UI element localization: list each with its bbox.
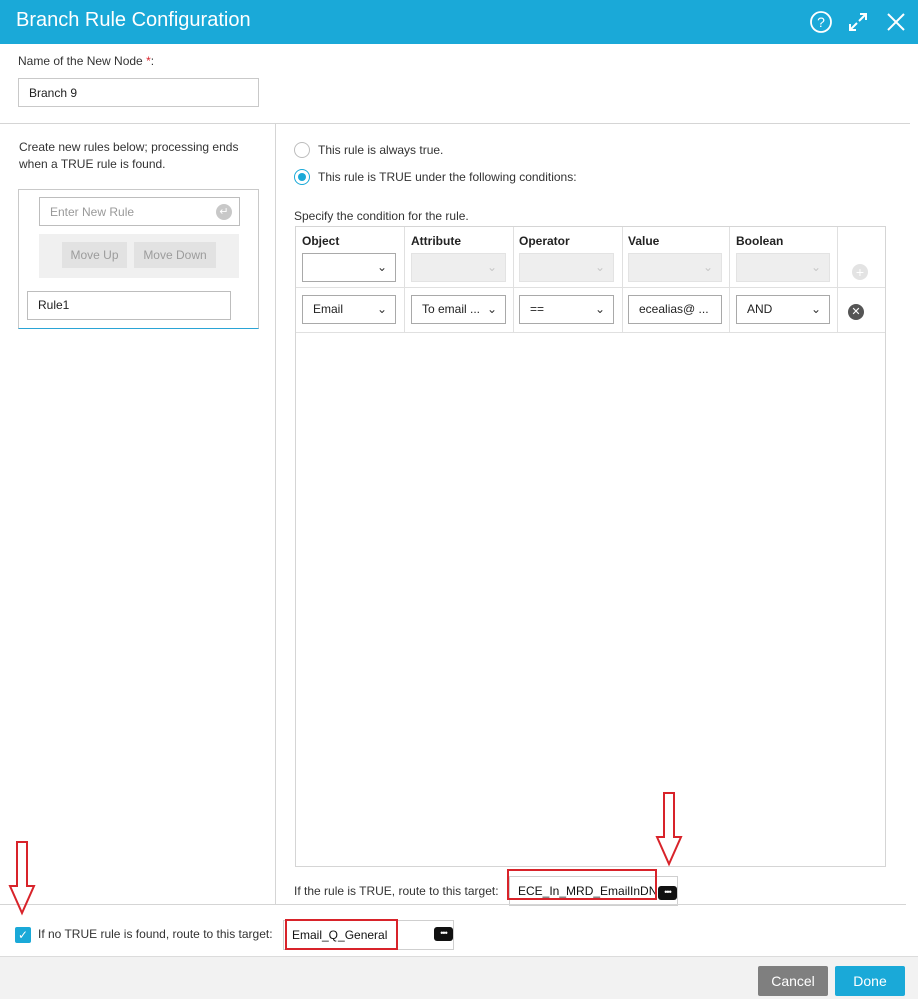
annotation-highlight-box bbox=[285, 919, 398, 950]
column-divider bbox=[837, 227, 838, 333]
chevron-down-icon: ⌄ bbox=[486, 302, 497, 316]
always-true-label: This rule is always true. bbox=[318, 143, 444, 157]
new-object-select[interactable]: ⌄ bbox=[302, 253, 396, 282]
chevron-down-icon: ⌄ bbox=[810, 302, 821, 316]
annotation-arrow-icon bbox=[655, 792, 683, 867]
annotation-arrow-icon bbox=[8, 841, 36, 916]
chevron-down-icon: ⌄ bbox=[486, 260, 497, 274]
column-header-object: Object bbox=[302, 234, 340, 248]
chevron-down-icon: ⌄ bbox=[594, 302, 605, 316]
expand-icon[interactable] bbox=[846, 10, 870, 34]
object-select[interactable]: Email ⌄ bbox=[302, 295, 396, 324]
attribute-select[interactable]: To email ... ⌄ bbox=[411, 295, 506, 324]
svg-text:?: ? bbox=[817, 14, 825, 30]
chevron-down-icon: ⌄ bbox=[376, 302, 387, 316]
true-target-label: If the rule is TRUE, route to this targe… bbox=[294, 884, 499, 898]
rules-panel: Create new rules below; processing ends … bbox=[0, 124, 276, 904]
column-header-attribute: Attribute bbox=[411, 234, 461, 248]
new-operator-select: ⌄ bbox=[519, 253, 614, 282]
conditions-grid: Object Attribute Operator Value Boolean … bbox=[295, 226, 886, 867]
chevron-down-icon: ⌄ bbox=[702, 260, 713, 274]
new-boolean-select: ⌄ bbox=[736, 253, 830, 282]
chevron-down-icon: ⌄ bbox=[810, 260, 821, 274]
always-true-radio[interactable] bbox=[294, 142, 310, 158]
done-button[interactable]: Done bbox=[835, 966, 905, 996]
rules-hint: Create new rules below; processing ends … bbox=[19, 140, 239, 171]
cancel-button[interactable]: Cancel bbox=[758, 966, 828, 996]
fallback-label: If no TRUE rule is found, route to this … bbox=[38, 927, 273, 941]
node-name-label: Name of the New Node *: bbox=[18, 54, 155, 68]
new-attribute-select: ⌄ bbox=[411, 253, 506, 282]
rule-editor: This rule is always true. This rule is T… bbox=[276, 124, 918, 906]
remove-condition-icon[interactable]: ✕ bbox=[848, 304, 864, 320]
chevron-down-icon: ⌄ bbox=[594, 260, 605, 274]
row-divider bbox=[296, 287, 885, 288]
column-header-boolean: Boolean bbox=[736, 234, 784, 248]
help-circle-icon[interactable]: ? bbox=[809, 10, 833, 34]
column-divider bbox=[622, 227, 623, 333]
condition-instruction: Specify the condition for the rule. bbox=[294, 209, 469, 223]
dialog-footer: Cancel Done bbox=[0, 956, 918, 999]
conditional-label: This rule is TRUE under the following co… bbox=[318, 170, 577, 184]
conditional-radio[interactable] bbox=[294, 169, 310, 185]
chevron-down-icon: ⌄ bbox=[376, 260, 387, 274]
fallback-checkbox[interactable]: ✓ bbox=[15, 927, 31, 943]
always-true-option[interactable]: This rule is always true. bbox=[294, 141, 443, 159]
boolean-select[interactable]: AND ⌄ bbox=[736, 295, 830, 324]
node-name-input[interactable] bbox=[18, 78, 259, 107]
rule-list-box: ↵ Move Up Move Down Rule1 bbox=[18, 189, 259, 329]
value-field[interactable]: ecealias@ ... bbox=[628, 295, 722, 324]
annotation-highlight-box bbox=[507, 869, 657, 900]
new-rule-input[interactable] bbox=[39, 197, 240, 226]
column-divider bbox=[513, 227, 514, 333]
conditional-option[interactable]: This rule is TRUE under the following co… bbox=[294, 168, 577, 186]
close-icon[interactable] bbox=[884, 10, 908, 34]
move-buttons: Move Up Move Down bbox=[39, 234, 239, 278]
move-up-button[interactable]: Move Up bbox=[62, 242, 127, 268]
more-options-icon[interactable]: ••• bbox=[658, 886, 677, 900]
node-name-section: Name of the New Node *: bbox=[0, 44, 918, 124]
rule-list-item[interactable]: Rule1 bbox=[27, 291, 231, 320]
column-header-value: Value bbox=[628, 234, 660, 248]
row-divider bbox=[296, 332, 885, 333]
column-divider bbox=[404, 227, 405, 333]
operator-select[interactable]: == ⌄ bbox=[519, 295, 614, 324]
dialog-titlebar: Branch Rule Configuration ? bbox=[0, 0, 918, 44]
add-condition-icon[interactable]: + bbox=[852, 264, 868, 280]
dialog-title: Branch Rule Configuration bbox=[16, 9, 251, 31]
move-down-button[interactable]: Move Down bbox=[134, 242, 216, 268]
column-header-operator: Operator bbox=[519, 234, 570, 248]
enter-icon[interactable]: ↵ bbox=[216, 204, 232, 220]
new-value-select: ⌄ bbox=[628, 253, 722, 282]
column-divider bbox=[729, 227, 730, 333]
fallback-section: ✓ If no TRUE rule is found, route to thi… bbox=[0, 904, 918, 956]
more-options-icon[interactable]: ••• bbox=[434, 927, 453, 941]
